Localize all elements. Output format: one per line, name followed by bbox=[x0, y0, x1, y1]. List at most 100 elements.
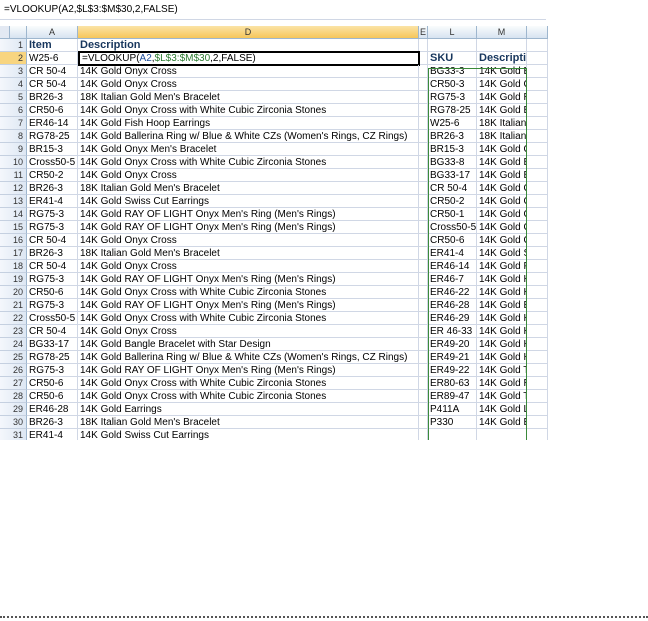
cell-n[interactable] bbox=[527, 247, 548, 260]
cell-n[interactable] bbox=[527, 195, 548, 208]
cell-desc[interactable]: 14K Gold Onyx Men's Bracelet bbox=[78, 143, 419, 156]
row-number[interactable]: 23 bbox=[0, 325, 27, 338]
cell-item[interactable]: RG75-3 bbox=[27, 221, 78, 234]
cell-e[interactable] bbox=[419, 91, 428, 104]
row-number[interactable]: 30 bbox=[0, 416, 27, 429]
cell-desc[interactable]: 14K Gold Ballerina Ring w/ Blue & White … bbox=[78, 351, 419, 364]
cell-item[interactable]: W25-6 bbox=[27, 52, 78, 65]
cell-e[interactable] bbox=[419, 312, 428, 325]
cell-e[interactable] bbox=[419, 247, 428, 260]
cell-item[interactable]: BR26-3 bbox=[27, 416, 78, 429]
cell-e[interactable] bbox=[419, 65, 428, 78]
cell-desc[interactable]: 14K Gold Onyx Cross with White Cubic Zir… bbox=[78, 286, 419, 299]
cell-n[interactable] bbox=[527, 403, 548, 416]
cell-n[interactable] bbox=[527, 390, 548, 403]
select-all-corner[interactable] bbox=[0, 26, 10, 39]
cell-item[interactable]: ER46-28 bbox=[27, 403, 78, 416]
cell-e[interactable] bbox=[419, 78, 428, 91]
cell-n[interactable] bbox=[527, 169, 548, 182]
cell-item[interactable]: BR15-3 bbox=[27, 143, 78, 156]
cell-e[interactable] bbox=[419, 117, 428, 130]
cell-e[interactable] bbox=[419, 403, 428, 416]
cell-item[interactable]: RG78-25 bbox=[27, 130, 78, 143]
cell-n[interactable] bbox=[527, 208, 548, 221]
cell-n[interactable] bbox=[527, 286, 548, 299]
row-number[interactable]: 1 bbox=[0, 39, 27, 52]
cell-desc[interactable]: 14K Gold Onyx Cross bbox=[78, 78, 419, 91]
cell-desc[interactable]: 14K Gold Onyx Cross bbox=[78, 169, 419, 182]
cell-e[interactable] bbox=[419, 416, 428, 429]
cell-skudesc[interactable]: Description bbox=[477, 52, 527, 65]
column-header-n[interactable] bbox=[527, 26, 548, 39]
cell-e[interactable] bbox=[419, 195, 428, 208]
row-number[interactable]: 13 bbox=[0, 195, 27, 208]
cell-item[interactable]: CR50-6 bbox=[27, 390, 78, 403]
row-number[interactable]: 11 bbox=[0, 169, 27, 182]
cell-n[interactable] bbox=[527, 260, 548, 273]
row-number[interactable]: 9 bbox=[0, 143, 27, 156]
cell-desc[interactable]: 14K Gold Swiss Cut Earrings bbox=[78, 195, 419, 208]
cell-n[interactable] bbox=[527, 143, 548, 156]
row-number[interactable]: 28 bbox=[0, 390, 27, 403]
row-number[interactable]: 15 bbox=[0, 221, 27, 234]
cell-sku[interactable]: SKU bbox=[428, 52, 477, 65]
column-header-a[interactable]: A bbox=[27, 26, 78, 39]
cell-desc[interactable]: 14K Gold Fish Hoop Earrings bbox=[78, 117, 419, 130]
cell-item[interactable]: Item bbox=[27, 39, 78, 52]
row-number[interactable]: 17 bbox=[0, 247, 27, 260]
row-number[interactable]: 2 bbox=[0, 52, 27, 65]
cell-item[interactable]: CR50-6 bbox=[27, 377, 78, 390]
cell-e[interactable] bbox=[419, 182, 428, 195]
cell-desc[interactable]: 18K Italian Gold Men's Bracelet bbox=[78, 416, 419, 429]
cell-e[interactable] bbox=[419, 169, 428, 182]
row-number[interactable]: 10 bbox=[0, 156, 27, 169]
cell-item[interactable]: BR26-3 bbox=[27, 247, 78, 260]
spreadsheet-grid[interactable]: A D E L M 1 Item Description 2 W25-6 SKU Descr… bbox=[0, 26, 548, 440]
cell-e[interactable] bbox=[419, 208, 428, 221]
cell-desc[interactable]: 14K Gold Onyx Cross with White Cubic Zir… bbox=[78, 312, 419, 325]
cell-n[interactable] bbox=[527, 52, 548, 65]
cell-item[interactable]: BG33-17 bbox=[27, 338, 78, 351]
cell-n[interactable] bbox=[527, 338, 548, 351]
cell-desc[interactable]: 14K Gold Onyx Cross bbox=[78, 65, 419, 78]
formula-bar[interactable]: =VLOOKUP(A2,$L$3:$M$30,2,FALSE) bbox=[0, 0, 546, 20]
cell-n[interactable] bbox=[527, 117, 548, 130]
cell-n[interactable] bbox=[527, 104, 548, 117]
cell-item[interactable]: Cross50-5 bbox=[27, 156, 78, 169]
cell-n[interactable] bbox=[527, 416, 548, 429]
cell-e[interactable] bbox=[419, 377, 428, 390]
cell-n[interactable] bbox=[527, 156, 548, 169]
cell-desc[interactable]: 14K Gold Onyx Cross bbox=[78, 234, 419, 247]
cell-e[interactable] bbox=[419, 143, 428, 156]
cell-desc[interactable]: 14K Gold Onyx Cross with White Cubic Zir… bbox=[78, 156, 419, 169]
cell-e[interactable] bbox=[419, 429, 428, 440]
cell-item[interactable]: Cross50-5 bbox=[27, 312, 78, 325]
cell-desc[interactable]: 14K Gold RAY OF LIGHT Onyx Men's Ring (M… bbox=[78, 221, 419, 234]
cell-e[interactable] bbox=[419, 299, 428, 312]
cell-desc[interactable]: 14K Gold RAY OF LIGHT Onyx Men's Ring (M… bbox=[78, 299, 419, 312]
cell-item[interactable]: RG75-3 bbox=[27, 364, 78, 377]
row-number[interactable]: 6 bbox=[0, 104, 27, 117]
cell-desc[interactable]: 14K Gold Earrings bbox=[78, 403, 419, 416]
row-number[interactable]: 26 bbox=[0, 364, 27, 377]
row-number[interactable]: 21 bbox=[0, 299, 27, 312]
row-number[interactable]: 27 bbox=[0, 377, 27, 390]
cell-item[interactable]: ER41-4 bbox=[27, 429, 78, 440]
cell-e[interactable] bbox=[419, 156, 428, 169]
cell-item[interactable]: RG75-3 bbox=[27, 299, 78, 312]
active-formula-cell[interactable]: =VLOOKUP(A2,$L$3:$M$30,2,FALSE) bbox=[78, 51, 420, 66]
row-number[interactable]: 14 bbox=[0, 208, 27, 221]
cell-e[interactable] bbox=[419, 338, 428, 351]
cell-item[interactable]: CR50-2 bbox=[27, 169, 78, 182]
cell-n[interactable] bbox=[527, 312, 548, 325]
row-number[interactable]: 4 bbox=[0, 78, 27, 91]
cell-item[interactable]: BR26-3 bbox=[27, 91, 78, 104]
row-number[interactable]: 19 bbox=[0, 273, 27, 286]
row-number[interactable]: 7 bbox=[0, 117, 27, 130]
cell-e[interactable] bbox=[419, 351, 428, 364]
cell-sku[interactable] bbox=[428, 39, 477, 52]
cell-n[interactable] bbox=[527, 429, 548, 440]
row-number[interactable]: 8 bbox=[0, 130, 27, 143]
cell-desc[interactable]: 14K Gold Swiss Cut Earrings bbox=[78, 429, 419, 440]
cell-item[interactable]: CR 50-4 bbox=[27, 65, 78, 78]
